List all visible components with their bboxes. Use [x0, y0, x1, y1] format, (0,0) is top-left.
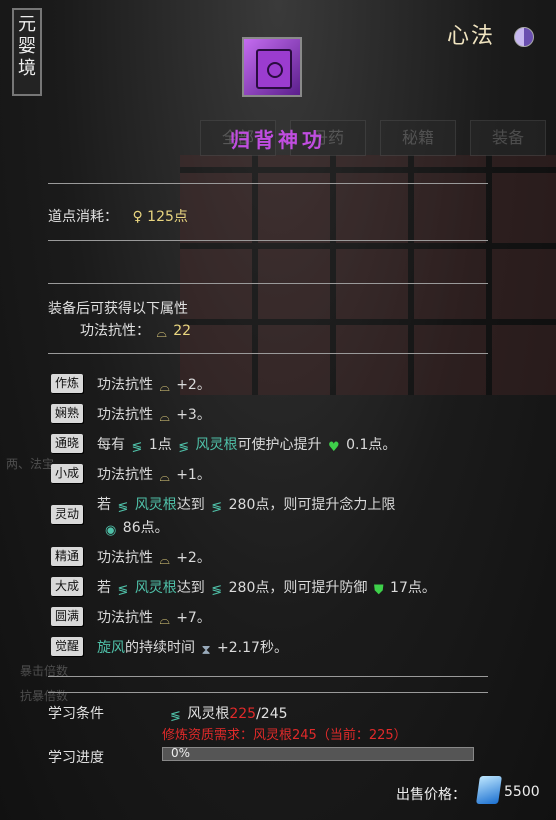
- trait-value: 0.1点。: [346, 437, 397, 453]
- wind-icon: ≶: [117, 500, 129, 515]
- divider: [48, 692, 488, 693]
- price-label: 出售价格：: [396, 787, 466, 803]
- equip-attr-value: 22: [173, 323, 192, 339]
- realm-label: 元婴境: [12, 8, 42, 96]
- cost-row: 道点消耗： ♀ 125点: [48, 206, 188, 226]
- header-title: 心法: [447, 24, 496, 49]
- background-inventory-grid: [180, 155, 556, 395]
- trait-text: 280点，则可提升念力上限: [228, 497, 396, 513]
- trait-row: 功法抗性 ⌓ +3。: [97, 404, 211, 425]
- trait-row: 若 ≶ 风灵根达到 ≶ 280点，则可提升念力上限: [97, 494, 395, 515]
- wind-root-name: 风灵根: [134, 580, 177, 596]
- trait-text: 每有: [97, 437, 125, 453]
- divider: [48, 283, 488, 284]
- trait-row: 若 ≶ 风灵根达到 ≶ 280点，则可提升防御 ⛊ 17点。: [97, 577, 436, 598]
- equip-attr: 功法抗性： ⌓ 22: [80, 320, 191, 341]
- wind-root-name: 风灵根: [195, 437, 238, 453]
- trait-value: +2。: [176, 377, 211, 393]
- resist-icon: ⌓: [156, 326, 167, 341]
- shield-icon: ⛊: [373, 583, 384, 598]
- trait-text: 若: [97, 497, 111, 513]
- wind-icon: ≶: [170, 709, 181, 724]
- cost-label: 道点消耗：: [48, 209, 118, 225]
- divider: [48, 353, 488, 354]
- badge-yuanman: 圆满: [51, 607, 83, 626]
- trait-text: 功法抗性: [97, 407, 153, 423]
- purple-book-icon: [242, 37, 302, 97]
- resist-icon: ⌓: [159, 553, 170, 568]
- learn-progress-bar: 0%: [162, 746, 474, 761]
- trait-value: +2.17秒。: [217, 640, 288, 656]
- trait-text: 1点: [148, 437, 172, 453]
- divider: [48, 240, 488, 241]
- trait-value: +1。: [176, 467, 211, 483]
- progress-label: 学习进度: [48, 750, 104, 766]
- resist-icon: ⌓: [159, 380, 170, 395]
- trait-text: 达到: [176, 580, 205, 596]
- trait-text: 可使护心提升: [237, 437, 322, 453]
- badge-dacheng: 大成: [51, 577, 83, 596]
- trait-text: 达到: [176, 497, 205, 513]
- badge-tongxiao: 通晓: [51, 434, 83, 453]
- resist-icon: ⌓: [159, 410, 170, 425]
- skill-name: 旋风: [97, 640, 125, 656]
- price-value: 5500: [504, 784, 540, 800]
- lightbulb-icon: ♀: [132, 209, 143, 225]
- trait-value: 86点。: [122, 520, 169, 536]
- trait-text: 的持续时间: [125, 640, 195, 656]
- equip-attr-label: 功法抗性：: [80, 323, 150, 339]
- wind-icon: ≶: [117, 583, 129, 598]
- hourglass-icon: ⧗: [201, 643, 211, 658]
- heart-shield-icon: ♥: [328, 440, 340, 455]
- root-name: 风灵根: [187, 706, 230, 722]
- learn-cond-label: 学习条件: [48, 706, 104, 722]
- wind-icon: ≶: [211, 500, 223, 515]
- trait-row: 每有 ≶ 1点 ≶ 风灵根可使护心提升 ♥ 0.1点。: [97, 434, 396, 455]
- trait-value: +2。: [176, 550, 211, 566]
- divider: [48, 183, 488, 184]
- taiji-icon[interactable]: [514, 27, 534, 47]
- wind-root-name: 风灵根: [134, 497, 177, 513]
- trait-row: 功法抗性 ⌓ +2。: [97, 547, 211, 568]
- divider: [48, 676, 488, 677]
- trait-text: 280点，则可提升防御: [228, 580, 368, 596]
- trait-row: 功法抗性 ⌓ +2。: [97, 374, 211, 395]
- resist-icon: ⌓: [159, 613, 170, 628]
- eye-icon: ◉: [105, 523, 117, 538]
- cost-value: 125点: [147, 209, 188, 225]
- trait-row: 功法抗性 ⌓ +1。: [97, 464, 211, 485]
- badge-juexing: 觉醒: [51, 637, 83, 656]
- learn-cond: ≶ 风灵根225/245: [168, 703, 288, 724]
- requirement-warning: 修炼资质需求：风灵根245（当前：225）: [162, 728, 407, 743]
- item-name: 归背神功: [230, 128, 326, 152]
- spirit-stone-icon: [476, 776, 502, 804]
- badge-jingtong: 精通: [51, 547, 83, 566]
- trait-row: 旋风的持续时间 ⧗ +2.17秒。: [97, 637, 288, 658]
- trait-text: 功法抗性: [97, 377, 153, 393]
- badge-lingdong: 灵动: [51, 505, 83, 524]
- resist-icon: ⌓: [159, 470, 170, 485]
- wind-icon: ≶: [131, 440, 143, 455]
- wind-icon: ≶: [178, 440, 190, 455]
- trait-value: 17点。: [390, 580, 436, 596]
- badge-xianshu: 娴熟: [51, 404, 83, 423]
- trait-row: 功法抗性 ⌓ +7。: [97, 607, 211, 628]
- trait-text: 功法抗性: [97, 467, 153, 483]
- equip-heading: 装备后可获得以下属性: [48, 301, 188, 317]
- root-current: 225: [229, 706, 257, 722]
- root-required: /245: [256, 706, 288, 722]
- badge-xiaocheng: 小成: [51, 464, 83, 483]
- trait-text: 功法抗性: [97, 610, 153, 626]
- trait-row-cont: ◉ 86点。: [103, 517, 169, 538]
- trait-value: +7。: [176, 610, 211, 626]
- trait-text: 功法抗性: [97, 550, 153, 566]
- wind-icon: ≶: [211, 583, 223, 598]
- trait-value: +3。: [176, 407, 211, 423]
- trait-text: 若: [97, 580, 111, 596]
- progress-text: 0%: [171, 746, 191, 760]
- badge-zuolian: 作炼: [51, 374, 83, 393]
